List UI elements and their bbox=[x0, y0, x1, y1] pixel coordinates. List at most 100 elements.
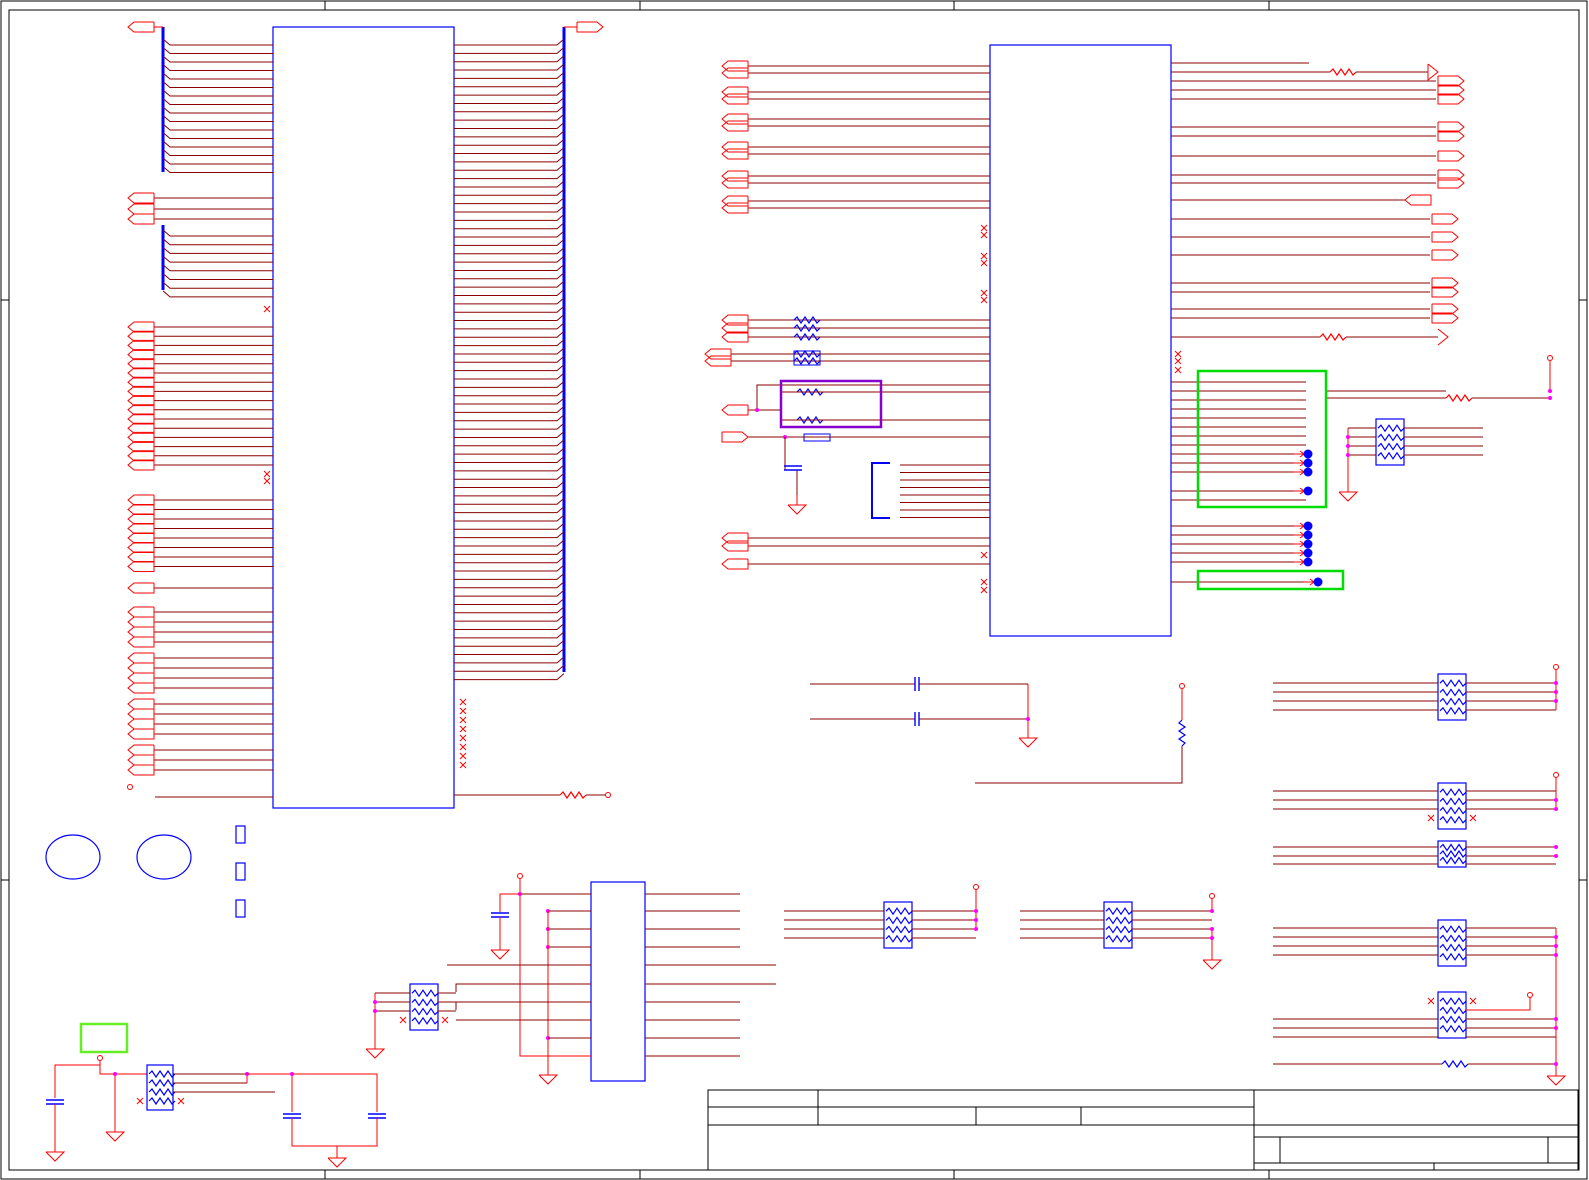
resistor-network-r5-element bbox=[1439, 997, 1467, 1006]
bus-right-wire bbox=[454, 489, 565, 497]
bus-left-wire bbox=[162, 140, 273, 148]
port-left-group-b bbox=[127, 330, 155, 342]
test-point-u2 bbox=[1303, 539, 1313, 549]
bracket-bus bbox=[871, 462, 890, 519]
ic-u2-wires bbox=[731, 62, 1553, 594]
bus-right-wire bbox=[454, 547, 565, 555]
power-flag-u2b bbox=[1437, 328, 1449, 346]
resistor-network-m1-element bbox=[885, 925, 913, 934]
port-u2-left-c bbox=[721, 404, 749, 416]
bus-right-wire bbox=[454, 330, 565, 338]
bus-right-wire bbox=[454, 581, 565, 589]
connector-u1[interactable] bbox=[272, 26, 455, 809]
port-u2-left bbox=[721, 67, 749, 79]
bus-right-wire bbox=[454, 564, 565, 572]
resistor-network-jtag-element bbox=[1377, 424, 1405, 433]
ground-m2 bbox=[1202, 959, 1223, 970]
test-point-jtag bbox=[1303, 467, 1313, 477]
bus-right-wire bbox=[454, 589, 565, 597]
port-left-group-c bbox=[127, 513, 155, 525]
bus-left-wire bbox=[162, 247, 273, 254]
port-u2-left bbox=[721, 177, 749, 189]
resistor-network-r4-element bbox=[1439, 943, 1467, 952]
test-pad-1 bbox=[235, 825, 246, 844]
bus-right-wire bbox=[454, 80, 565, 88]
port-left-group-b bbox=[127, 431, 155, 443]
bus-right-wire bbox=[454, 289, 565, 296]
resistor-network-r2-element bbox=[1439, 815, 1467, 824]
junction-m2 bbox=[1210, 909, 1214, 913]
junction-m1 bbox=[974, 927, 978, 931]
port-left-group-d bbox=[127, 616, 155, 628]
net-wire-u3-cap bbox=[499, 893, 520, 912]
bus-right-wire bbox=[454, 514, 565, 522]
port-left-group-c bbox=[127, 523, 155, 534]
title-block bbox=[707, 1089, 1579, 1171]
port-left-group-b bbox=[127, 441, 155, 453]
bus-right-wire bbox=[454, 623, 565, 630]
bus-right-wire bbox=[454, 180, 565, 188]
net-wire-u2-loop bbox=[756, 384, 990, 410]
bus-right-wire bbox=[454, 72, 565, 79]
bus-right-wire bbox=[454, 481, 565, 489]
port-left-group-b bbox=[127, 321, 155, 333]
port-left-group-a bbox=[127, 192, 155, 204]
bus-right-wire bbox=[454, 247, 565, 255]
resistor-pullup bbox=[1445, 393, 1473, 403]
resistor-network-r5-element bbox=[1439, 1006, 1467, 1015]
bus-right-wire bbox=[454, 639, 565, 647]
junction-rn1 bbox=[1554, 699, 1558, 703]
net-wire-u3 bbox=[455, 1001, 591, 1010]
ground-u3 bbox=[538, 1074, 559, 1085]
test-point-jtag bbox=[1303, 458, 1313, 468]
power-pin-m1 bbox=[973, 884, 979, 890]
port-left-group-c bbox=[127, 494, 155, 506]
bus-left-wire bbox=[162, 123, 273, 131]
bus-left-wire bbox=[162, 166, 273, 173]
ic-u3[interactable] bbox=[590, 881, 646, 1082]
ground-rn bbox=[1338, 491, 1359, 502]
net-wire-u3-vcc bbox=[519, 879, 591, 1057]
bus-left-wire bbox=[162, 238, 273, 246]
resistor-network-r5-element bbox=[1439, 1024, 1467, 1033]
test-pad-2 bbox=[235, 862, 246, 881]
bus-left-wire bbox=[162, 290, 273, 298]
resistor-network-m2-element bbox=[1105, 907, 1133, 916]
bus-lines bbox=[161, 27, 566, 672]
bus-left-wire bbox=[162, 149, 273, 156]
zone-ticks bbox=[1, 1, 1587, 1179]
port-left-group-b bbox=[127, 349, 155, 361]
bus-right-wire bbox=[454, 230, 565, 238]
bus-left-wire bbox=[162, 264, 273, 272]
ground-bl bbox=[45, 1151, 66, 1162]
bus-right-wire bbox=[454, 648, 565, 656]
bus-right-wire bbox=[454, 397, 565, 405]
bus-right-wire bbox=[454, 255, 565, 263]
schematic-canvas bbox=[0, 0, 1588, 1180]
port-left-group-f bbox=[127, 708, 155, 720]
bus-right-wire bbox=[454, 172, 565, 180]
power-pin-left bbox=[127, 784, 133, 790]
bus-right-wire bbox=[454, 422, 565, 430]
net-wire-bl-bulk bbox=[291, 1118, 378, 1147]
junction-rn2 bbox=[1554, 798, 1558, 802]
ground-rn-u3 bbox=[365, 1048, 386, 1059]
resistor-network-r4-element bbox=[1439, 925, 1467, 934]
bus-right-wire bbox=[454, 522, 565, 530]
ic-u2[interactable] bbox=[989, 44, 1172, 637]
bus-right-wire bbox=[454, 63, 565, 71]
bus-right-wire bbox=[454, 197, 565, 205]
resistor-network-m1-element bbox=[885, 916, 913, 925]
bus-right-wire bbox=[454, 631, 565, 639]
junction-rn-u3 bbox=[373, 1009, 377, 1013]
bus-left-wire bbox=[162, 38, 273, 46]
net-wire-bl bbox=[99, 1061, 147, 1075]
bus-right-wire bbox=[454, 364, 565, 372]
port-u2-left bbox=[721, 202, 749, 214]
port-left-group-c bbox=[127, 542, 155, 553]
resistor-network-r3-element bbox=[1439, 856, 1467, 865]
resistor-network-bl-element bbox=[148, 1069, 176, 1079]
resistor-network-r4-element bbox=[1439, 952, 1467, 961]
junction-rn2 bbox=[1554, 807, 1558, 811]
bus-right-wire bbox=[454, 305, 565, 313]
